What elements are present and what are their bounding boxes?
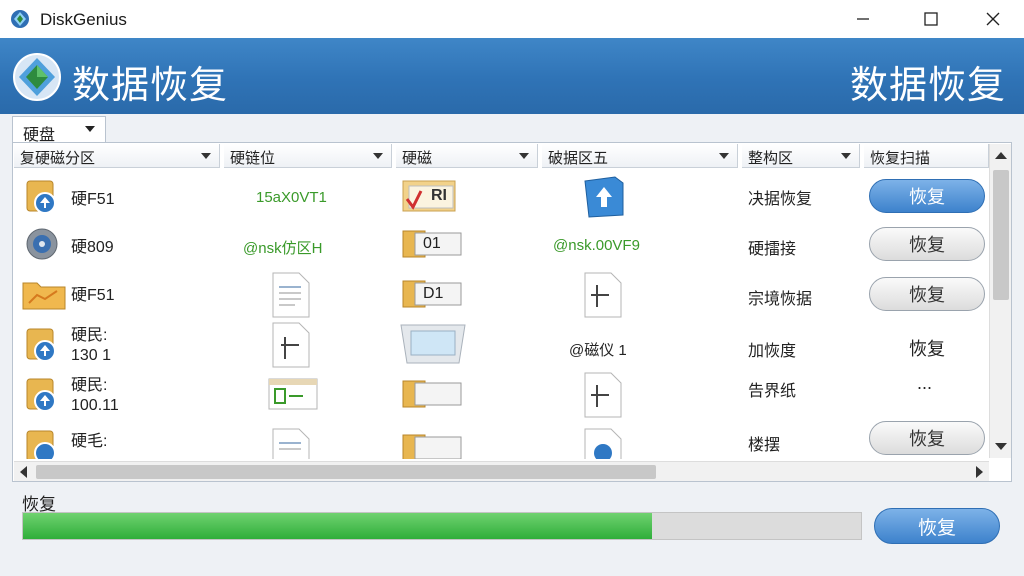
row-name: 硬F51 <box>71 191 115 208</box>
column-header-label: 硬磁 <box>402 150 433 167</box>
row-status: 告界纸 <box>748 383 797 400</box>
row-type-label: D1 <box>423 285 444 302</box>
spreadsheet-icon <box>268 378 318 410</box>
chevron-down-icon <box>373 153 383 159</box>
table-row[interactable]: 硬F51 15aX0VT1 RI 决据恢复 恢复 <box>13 171 989 221</box>
document-icon <box>584 272 622 318</box>
restore-action-text[interactable]: 恢复 <box>909 335 945 361</box>
row-size: 130 1 <box>71 347 112 364</box>
row-location: @nsk仿区H <box>243 240 323 257</box>
close-button[interactable] <box>970 0 1016 38</box>
close-icon <box>986 12 1000 26</box>
column-header-4[interactable]: 破据区五 <box>542 144 738 168</box>
chevron-down-icon <box>85 126 95 132</box>
row-status: 宗境恢据 <box>748 291 813 308</box>
scroll-right-icon[interactable] <box>976 466 983 478</box>
document-icon <box>272 322 310 368</box>
folder-icon <box>402 434 462 459</box>
title-bar: DiskGenius <box>0 0 1024 38</box>
document-icon <box>584 372 622 418</box>
diskgenius-logo-icon <box>11 10 29 28</box>
row-size: 100.11 <box>71 397 119 414</box>
row-name: 硬毛: <box>71 433 108 450</box>
column-header-2[interactable]: 硬链位 <box>224 144 392 168</box>
column-header-label: 复硬磁分区 <box>20 150 96 167</box>
diskgenius-logo-icon <box>13 53 61 101</box>
disk-restore-icon <box>26 328 56 362</box>
row-type-label: 01 <box>423 235 441 252</box>
scrollbar-thumb[interactable] <box>36 465 656 479</box>
start-restore-button[interactable]: 恢复 <box>874 508 1000 544</box>
disk-restore-icon <box>26 378 56 412</box>
restore-button[interactable]: 恢复 <box>869 277 985 311</box>
progress-bar <box>22 512 862 540</box>
table-row[interactable]: 硬809 @nsk仿区H 01 @nsk.00VF9 硬擂接 恢复 <box>13 219 989 269</box>
window-title: DiskGenius <box>40 10 127 29</box>
chevron-down-icon <box>719 153 729 159</box>
row-name: 硬809 <box>71 239 114 256</box>
row-status: 硬擂接 <box>748 241 797 258</box>
column-header-label: 整构区 <box>748 150 794 167</box>
disk-filter-dropdown[interactable]: 硬盘 <box>12 116 106 144</box>
folder-chart-icon <box>22 282 66 310</box>
row-partition: @nsk.00VF9 <box>553 237 640 254</box>
header-banner: 数据恢复 数据恢复 <box>0 38 1024 114</box>
row-status: 加恢度 <box>748 343 797 360</box>
disk-drive-icon <box>26 228 58 260</box>
table-row[interactable]: 硬民: 100.11 告界纸 ... <box>13 369 989 419</box>
maximize-icon <box>924 12 938 26</box>
vertical-scrollbar[interactable] <box>989 144 1011 458</box>
chevron-down-icon <box>519 153 529 159</box>
document-check-icon <box>402 180 456 212</box>
column-header-5[interactable]: 整构区 <box>742 144 860 168</box>
disk-restore-icon <box>26 180 56 214</box>
row-name: 硬F51 <box>71 287 115 304</box>
chevron-down-icon <box>201 153 211 159</box>
row-name: 硬民: <box>71 377 108 394</box>
horizontal-scrollbar[interactable] <box>14 461 989 481</box>
image-file-icon <box>400 324 466 364</box>
folder-icon <box>402 380 462 408</box>
column-header-label: 硬链位 <box>230 150 276 167</box>
minimize-button[interactable] <box>840 0 886 38</box>
row-location: 15aX0VT1 <box>256 189 327 206</box>
table-row[interactable]: 硬民: 130 1 @磁仪 1 加恢度 恢复 <box>13 319 989 369</box>
scroll-up-icon[interactable] <box>995 152 1007 159</box>
table-row[interactable]: 硬毛: 楼摆 恢复 <box>13 419 989 459</box>
scrollbar-thumb[interactable] <box>993 170 1009 300</box>
chevron-down-icon <box>841 153 851 159</box>
text-document-icon <box>272 272 310 318</box>
column-header-1[interactable]: 复硬磁分区 <box>14 144 220 168</box>
restore-button[interactable]: 恢复 <box>869 179 985 213</box>
row-partition: @磁仪 1 <box>569 342 627 359</box>
scroll-down-icon[interactable] <box>995 443 1007 450</box>
more-action-text[interactable]: ... <box>917 373 932 394</box>
column-header-label: 破据区五 <box>548 150 609 167</box>
restore-button[interactable]: 恢复 <box>869 421 985 455</box>
table-row[interactable]: 硬F51 D1 宗境恢据 恢复 <box>13 269 989 319</box>
column-header-3[interactable]: 硬磁 <box>396 144 538 168</box>
row-name: 硬民: <box>71 327 108 344</box>
restore-file-icon <box>584 428 622 459</box>
row-status: 决据恢复 <box>748 191 813 208</box>
minimize-icon <box>857 18 869 20</box>
column-header-6[interactable]: 恢复扫描 <box>864 144 989 168</box>
recovery-table: 复硬磁分区 硬链位 硬磁 破据区五 整构区 恢复扫描 硬F51 15aX0VT1… <box>12 142 1012 482</box>
disk-restore-icon <box>26 430 56 459</box>
progress-fill <box>23 513 652 539</box>
restore-file-icon <box>584 176 624 218</box>
row-status: 楼摆 <box>748 437 781 454</box>
column-header-label: 恢复扫描 <box>870 150 931 167</box>
scroll-left-icon[interactable] <box>20 466 27 478</box>
page-title: 数据恢复 <box>72 65 229 107</box>
text-document-icon <box>272 428 310 459</box>
restore-button[interactable]: 恢复 <box>869 227 985 261</box>
page-title-right: 数据恢复 <box>849 65 1006 107</box>
row-type-label: RI <box>431 187 447 204</box>
maximize-button[interactable] <box>908 0 954 38</box>
